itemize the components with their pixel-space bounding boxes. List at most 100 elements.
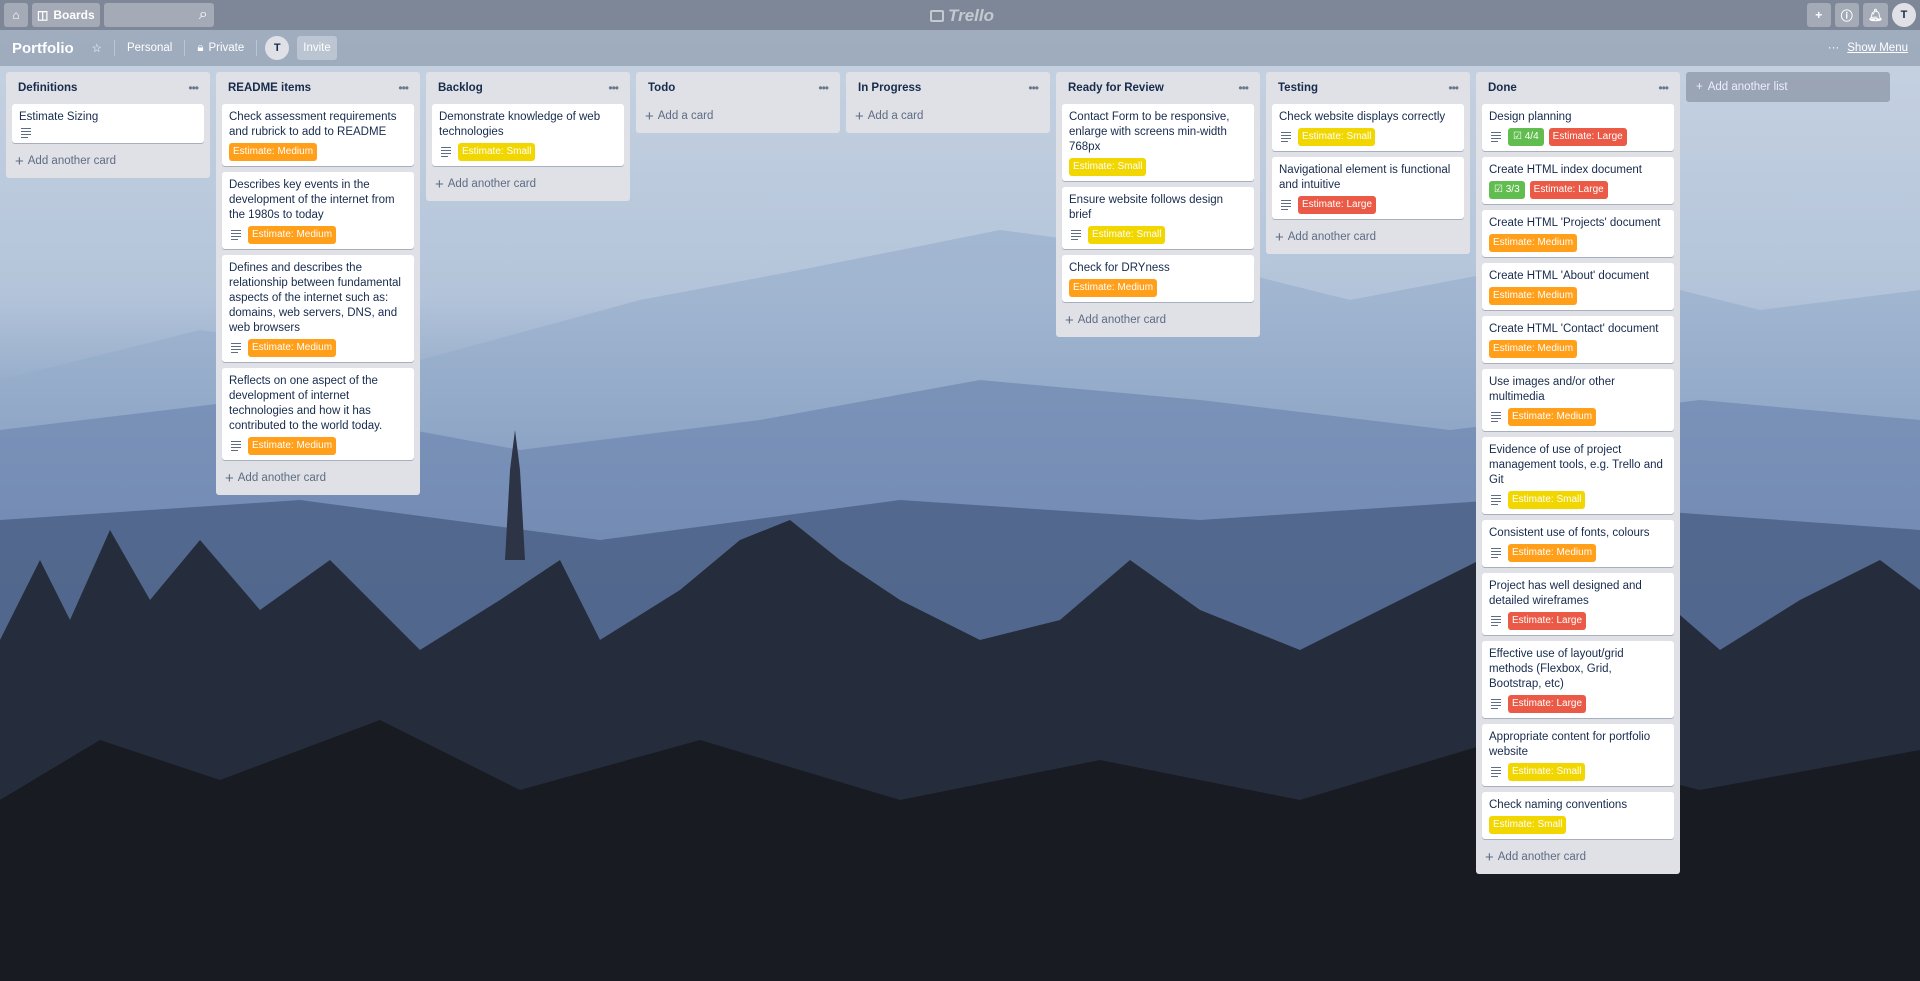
card-title: Estimate Sizing bbox=[19, 111, 99, 123]
card[interactable]: Consistent use of fonts, colours Estimate… bbox=[1482, 520, 1674, 567]
list-title[interactable]: Backlog bbox=[438, 82, 483, 94]
trello-logo-icon bbox=[930, 10, 944, 22]
list-menu-icon[interactable]: ••• bbox=[1238, 81, 1249, 95]
list-in-progress: In Progress ••• + Add a card bbox=[846, 72, 1050, 133]
card-badges: Estimate: Large bbox=[1279, 196, 1457, 214]
card-title: Create HTML 'Contact' document bbox=[1489, 323, 1659, 335]
description-icon bbox=[1489, 132, 1503, 142]
add-card-button[interactable]: + Add a card bbox=[642, 104, 834, 129]
card-title: Appropriate content for portfolio websit… bbox=[1489, 731, 1651, 758]
add-card-button[interactable]: + Add another card bbox=[1062, 308, 1254, 333]
add-list-button[interactable]: + Add another list bbox=[1686, 72, 1890, 102]
list-header[interactable]: Testing ••• bbox=[1272, 72, 1464, 104]
list-title[interactable]: Done bbox=[1488, 82, 1517, 94]
list-menu-icon[interactable]: ••• bbox=[608, 81, 619, 95]
home-button[interactable]: ⌂ bbox=[4, 3, 28, 27]
list-header[interactable]: Definitions ••• bbox=[12, 72, 204, 104]
card[interactable]: Design planning ☑ 4/4 Estimate: Large bbox=[1482, 104, 1674, 151]
card[interactable]: Demonstrate knowledge of web technologie… bbox=[432, 104, 624, 166]
card[interactable]: Describes key events in the development … bbox=[222, 172, 414, 249]
checkbox-icon: ☑ bbox=[1513, 131, 1525, 142]
list-header[interactable]: Backlog ••• bbox=[432, 72, 624, 104]
estimate-label: Estimate: Small bbox=[458, 143, 536, 161]
plus-icon: + bbox=[225, 469, 234, 487]
list-title[interactable]: Definitions bbox=[18, 82, 77, 94]
card[interactable]: Estimate Sizing bbox=[12, 104, 204, 143]
plus-icon: + bbox=[1065, 311, 1074, 329]
list-menu-icon[interactable]: ••• bbox=[1028, 81, 1039, 95]
add-card-button[interactable]: + Add another card bbox=[432, 172, 624, 197]
add-card-button[interactable]: + Add a card bbox=[852, 104, 1044, 129]
card[interactable]: Create HTML 'Projects' document Estimate:… bbox=[1482, 210, 1674, 257]
logo-text: Trello bbox=[948, 6, 994, 25]
card-title: Create HTML 'About' document bbox=[1489, 270, 1649, 282]
list-title[interactable]: Todo bbox=[648, 82, 675, 94]
estimate-label: Estimate: Small bbox=[1508, 491, 1586, 509]
member-avatar[interactable]: T bbox=[265, 36, 290, 60]
add-card-label: Add another card bbox=[1077, 314, 1166, 326]
add-card-button[interactable]: + Add another card bbox=[222, 466, 414, 491]
divider bbox=[184, 40, 186, 56]
add-card-button[interactable]: + Add another card bbox=[1272, 225, 1464, 250]
list-title[interactable]: README items bbox=[228, 82, 311, 94]
user-avatar[interactable]: T bbox=[1892, 3, 1916, 27]
card-title: Effective use of layout/grid methods (Fl… bbox=[1489, 648, 1624, 690]
description-icon bbox=[1489, 412, 1503, 422]
plus-icon: + bbox=[1485, 848, 1494, 866]
card-title: Use images and/or other multimedia bbox=[1489, 376, 1615, 403]
card[interactable]: Reflects on one aspect of the developmen… bbox=[222, 368, 414, 460]
estimate-label: Estimate: Medium bbox=[1489, 287, 1578, 305]
card[interactable]: Appropriate content for portfolio websit… bbox=[1482, 724, 1674, 786]
card[interactable]: Create HTML index document ☑ 3/3 Estimate:… bbox=[1482, 157, 1674, 204]
list-menu-icon[interactable]: ••• bbox=[398, 81, 409, 95]
board-title[interactable]: Portfolio bbox=[12, 40, 74, 57]
checklist-badge: ☑ 4/4 bbox=[1508, 128, 1544, 146]
show-menu-button[interactable]: ··· Show Menu bbox=[1828, 42, 1908, 54]
card[interactable]: Check website displays correctly Estimate… bbox=[1272, 104, 1464, 151]
card[interactable]: Evidence of use of project management to… bbox=[1482, 437, 1674, 514]
card[interactable]: Ensure website follows design brief Estim… bbox=[1062, 187, 1254, 249]
card[interactable]: Effective use of layout/grid methods (Fl… bbox=[1482, 641, 1674, 718]
list-menu-icon[interactable]: ••• bbox=[818, 81, 829, 95]
trello-logo[interactable]: Trello bbox=[930, 6, 994, 26]
create-button[interactable]: + bbox=[1806, 3, 1831, 27]
card-title: Project has well designed and detailed w… bbox=[1489, 580, 1642, 607]
list-header[interactable]: Todo ••• bbox=[642, 72, 834, 104]
boards-button[interactable]: ◫ Boards bbox=[32, 3, 100, 27]
card[interactable]: Check assessment requirements and rubric… bbox=[222, 104, 414, 166]
invite-button[interactable]: Invite bbox=[297, 36, 337, 60]
search-input[interactable]: ⌕ bbox=[103, 3, 214, 27]
card[interactable]: Contact Form to be responsive, enlarge w… bbox=[1062, 104, 1254, 181]
list-title[interactable]: Testing bbox=[1278, 82, 1318, 94]
description-icon bbox=[1489, 495, 1503, 505]
card[interactable]: Defines and describes the relationship b… bbox=[222, 255, 414, 362]
list-menu-icon[interactable]: ••• bbox=[188, 81, 199, 95]
list-header[interactable]: In Progress ••• bbox=[852, 72, 1044, 104]
list-menu-icon[interactable]: ••• bbox=[1448, 81, 1459, 95]
visibility-button[interactable]: 🔒︎ Private bbox=[193, 42, 248, 55]
list-title[interactable]: In Progress bbox=[858, 82, 921, 94]
card-badges: Estimate: Medium bbox=[1069, 279, 1247, 297]
card[interactable]: Check naming conventions Estimate: Small bbox=[1482, 792, 1674, 839]
card[interactable]: Navigational element is functional and i… bbox=[1272, 157, 1464, 219]
plus-icon: + bbox=[15, 152, 24, 170]
card[interactable]: Project has well designed and detailed w… bbox=[1482, 573, 1674, 635]
card-badges: Estimate: Small bbox=[1279, 128, 1457, 146]
star-button[interactable]: ☆ bbox=[88, 41, 106, 55]
list-header[interactable]: Ready for Review ••• bbox=[1062, 72, 1254, 104]
card[interactable]: Check for DRYness Estimate: Medium bbox=[1062, 255, 1254, 302]
team-button[interactable]: Personal bbox=[123, 42, 176, 54]
add-card-button[interactable]: + Add another card bbox=[1482, 845, 1674, 870]
list-header[interactable]: README items ••• bbox=[222, 72, 414, 104]
notifications-button[interactable]: 🔔︎ bbox=[1862, 3, 1888, 27]
card-badges: Estimate: Large bbox=[1489, 612, 1667, 630]
list-menu-icon[interactable]: ••• bbox=[1658, 81, 1669, 95]
add-card-button[interactable]: + Add another card bbox=[12, 149, 204, 174]
card[interactable]: Use images and/or other multimedia Estima… bbox=[1482, 369, 1674, 431]
list-title[interactable]: Ready for Review bbox=[1068, 82, 1164, 94]
card[interactable]: Create HTML 'Contact' document Estimate: … bbox=[1482, 316, 1674, 363]
card-title: Contact Form to be responsive, enlarge w… bbox=[1069, 111, 1230, 153]
info-button[interactable]: ⓘ bbox=[1834, 3, 1859, 27]
list-header[interactable]: Done ••• bbox=[1482, 72, 1674, 104]
card[interactable]: Create HTML 'About' document Estimate: Me… bbox=[1482, 263, 1674, 310]
